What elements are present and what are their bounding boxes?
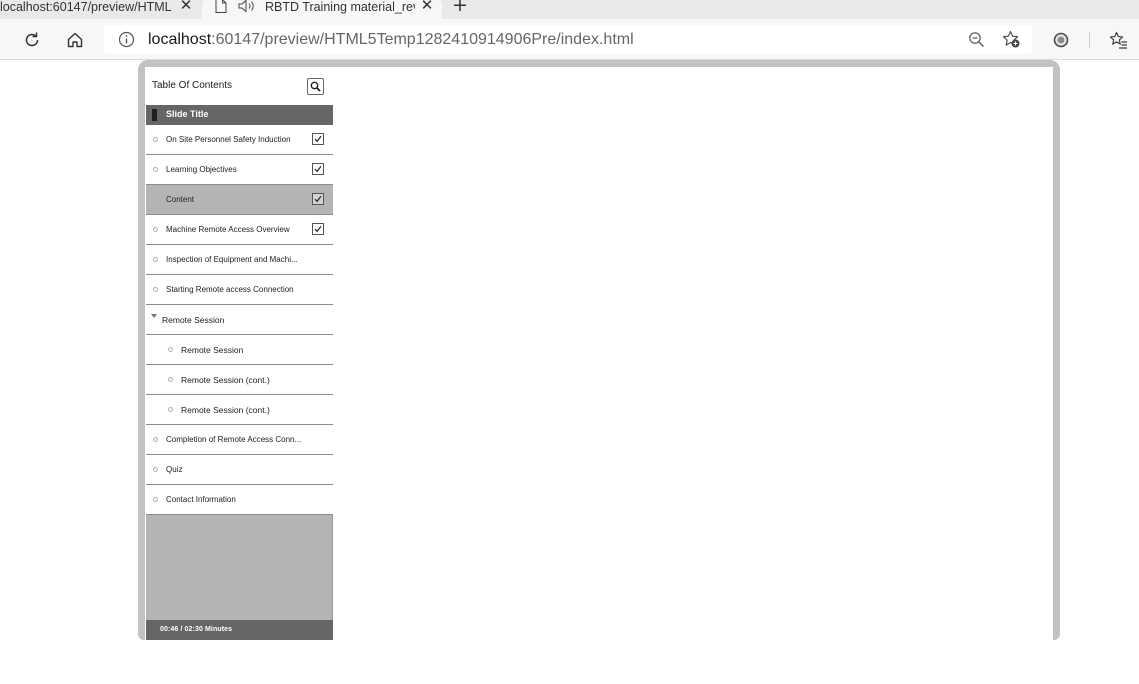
bookmark-icon — [152, 109, 157, 121]
toc-item[interactable]: Content — [146, 185, 333, 215]
checkmark-icon — [314, 195, 322, 203]
home-icon — [67, 32, 83, 48]
checkmark-icon — [314, 225, 322, 233]
toc-footer: 00:46 / 02:30 Minutes — [146, 620, 333, 640]
profile-icon — [1053, 32, 1069, 48]
toc-item-label: Quiz — [166, 465, 183, 474]
toc-item-label: Remote Session — [181, 345, 244, 355]
bullet-icon — [168, 407, 173, 412]
toc-item-label: Starting Remote access Connection — [166, 285, 294, 294]
bullet-icon — [153, 137, 158, 142]
profile-button[interactable] — [1051, 30, 1071, 50]
toc-section[interactable]: Remote Session — [146, 305, 333, 335]
url-path: :60147/preview/HTML5Temp1282410914906Pre… — [211, 31, 634, 48]
toc-item[interactable]: On Site Personnel Safety Induction — [146, 125, 333, 155]
column-header-label: Slide Title — [166, 109, 209, 119]
toc-item[interactable]: Remote Session — [146, 335, 333, 365]
favorites-button[interactable] — [1108, 30, 1128, 50]
expand-caret-icon[interactable] — [151, 314, 157, 318]
toc-item[interactable]: Starting Remote access Connection — [146, 275, 333, 305]
toc-item-label: Content — [166, 195, 195, 204]
search-icon — [310, 81, 321, 92]
checkmark-icon — [314, 165, 322, 173]
bullet-icon — [168, 347, 173, 352]
table-of-contents-panel: Table Of Contents Slide Title On Site Pe… — [146, 67, 333, 640]
browser-toolbar: localhost:60147/preview/HTML5Temp1282410… — [0, 19, 1139, 60]
playback-timer: 00:46 / 02:30 Minutes — [160, 626, 233, 633]
close-icon[interactable]: ✕ — [420, 0, 434, 13]
visited-checkbox — [312, 163, 324, 175]
close-icon[interactable]: ✕ — [179, 0, 193, 13]
toc-column-header: Slide Title — [146, 105, 333, 125]
tab-title: RBTD Training material_rev1 — [265, 0, 415, 14]
toc-item-label: Completion of Remote Access Conn... — [166, 435, 302, 444]
toc-header: Table Of Contents — [146, 67, 333, 105]
toc-search-button[interactable] — [307, 78, 324, 95]
toc-item-label: Machine Remote Access Overview — [166, 225, 290, 234]
home-button[interactable] — [65, 30, 85, 50]
bullet-icon — [153, 467, 158, 472]
toc-item-label: On Site Personnel Safety Induction — [166, 135, 291, 144]
url-host: localhost — [148, 31, 212, 48]
tab-title: localhost:60147/preview/HTML5 — [0, 0, 172, 14]
visited-checkbox — [312, 133, 324, 145]
toc-item[interactable]: Quiz — [146, 455, 333, 485]
toc-item[interactable]: Remote Session (cont.) — [146, 395, 333, 425]
toc-item[interactable]: Contact Information — [146, 485, 333, 515]
toc-item[interactable]: Remote Session (cont.) — [146, 365, 333, 395]
toc-item-label: Remote Session (cont.) — [181, 405, 270, 415]
bullet-icon — [153, 257, 158, 262]
toc-item-label: Learning Objectives — [166, 165, 237, 174]
bullet-icon — [153, 167, 158, 172]
add-favorite-icon[interactable] — [1002, 30, 1021, 53]
favorites-list-icon — [1109, 31, 1127, 49]
browser-tab-preview[interactable]: localhost:60147/preview/HTML5 ✕ — [0, 0, 200, 19]
toc-title: Table Of Contents — [152, 80, 233, 91]
bullet-icon — [153, 287, 158, 292]
toc-item[interactable]: Inspection of Equipment and Machi... — [146, 245, 333, 275]
zoom-out-icon[interactable] — [968, 31, 985, 52]
toc-item-label: Inspection of Equipment and Machi... — [166, 255, 298, 264]
page-icon — [215, 0, 227, 17]
new-tab-button[interactable]: + — [451, 0, 469, 15]
toc-item-label: Contact Information — [166, 495, 236, 504]
toolbar-divider — [1089, 32, 1090, 48]
toc-list: On Site Personnel Safety Induction Learni… — [146, 125, 333, 515]
toc-item-label: Remote Session (cont.) — [181, 375, 270, 385]
visited-checkbox — [312, 193, 324, 205]
toc-item[interactable]: Learning Objectives — [146, 155, 333, 185]
bullet-icon — [153, 437, 158, 442]
browser-tab-strip: localhost:60147/preview/HTML5 ✕ RBTD Tra… — [0, 0, 1139, 19]
reload-icon — [25, 32, 39, 47]
info-icon[interactable] — [118, 31, 135, 52]
reload-button[interactable] — [22, 30, 42, 50]
toc-item-label: Remote Session — [162, 315, 225, 325]
speaker-icon[interactable] — [238, 0, 258, 17]
bullet-icon — [153, 227, 158, 232]
checkmark-icon — [314, 135, 322, 143]
visited-checkbox — [312, 223, 324, 235]
bullet-icon — [153, 497, 158, 502]
url-text[interactable]: localhost:60147/preview/HTML5Temp1282410… — [148, 31, 634, 49]
toc-item[interactable]: Machine Remote Access Overview — [146, 215, 333, 245]
toc-item[interactable]: Completion of Remote Access Conn... — [146, 425, 333, 455]
browser-tab-training[interactable]: RBTD Training material_rev1 ✕ — [202, 0, 442, 19]
bullet-icon — [168, 377, 173, 382]
address-bar[interactable]: localhost:60147/preview/HTML5Temp1282410… — [104, 25, 1032, 54]
